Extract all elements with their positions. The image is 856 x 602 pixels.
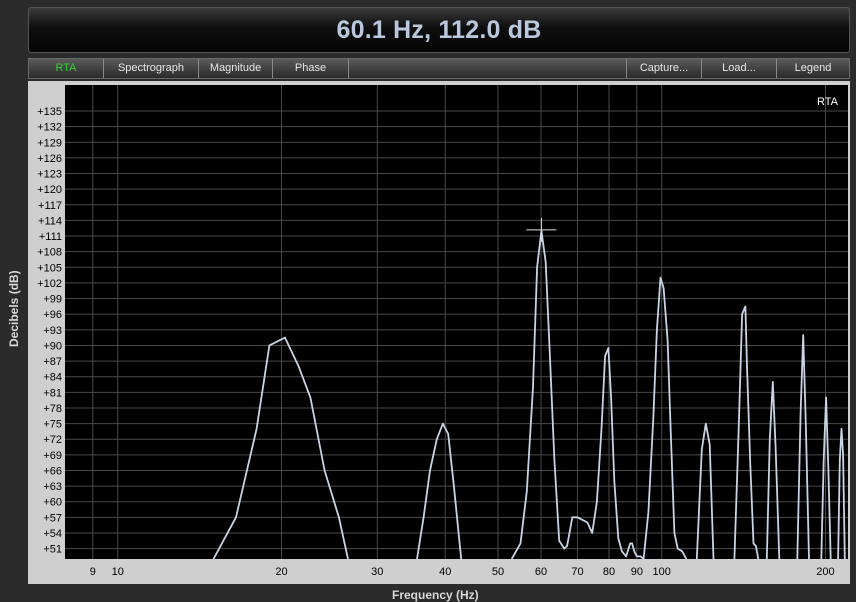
x-tick-label: 50 [492,566,504,578]
rta-chart[interactable]: +51 +54 +57 +60 +63 +66 +69 +72 +75 +78 +81 +84 +87 +… [28,81,850,584]
tab-magnitude[interactable]: Magnitude [199,59,273,78]
tab-rta[interactable]: RTA [29,59,104,78]
y-tick-label: +54 [43,528,62,540]
y-tick-label: +60 [43,497,62,509]
y-tick-label: +66 [43,465,62,477]
y-tick-label: +117 [38,200,62,212]
y-tick-label: +105 [37,262,62,274]
y-tick-label: +96 [43,309,62,321]
frequency-readout: 60.1 Hz, 112.0 dB [28,7,850,53]
tab-spectrograph[interactable]: Spectrograph [104,59,199,78]
view-toolbar: RTA Spectrograph Magnitude Phase Capture… [28,58,850,79]
y-tick-label: +90 [43,340,62,352]
x-tick-label: 60 [535,566,547,578]
x-tick-label: 10 [112,566,124,578]
tab-phase[interactable]: Phase [273,59,349,78]
y-tick-label: +102 [37,278,62,290]
plot-mode-label: RTA [817,96,839,108]
legend-button[interactable]: Legend [776,59,849,78]
y-tick-label: +99 [43,294,62,306]
x-axis-label: Frequency (Hz) [392,588,479,602]
y-tick-label: +84 [43,372,62,384]
y-tick-label: +75 [43,419,62,431]
x-tick-label: 30 [371,566,383,578]
y-tick-label: +51 [43,544,62,556]
x-tick-label: 80 [603,566,615,578]
plot-area: +51 +54 +57 +60 +63 +66 +69 +72 +75 +78 +81 +84 +87 +… [28,81,850,584]
y-tick-label: +114 [38,215,62,227]
y-tick-label: +135 [37,106,62,118]
y-tick-label: +129 [37,137,62,149]
y-tick-label: +69 [43,450,62,462]
y-tick-label: +123 [37,169,62,181]
y-tick-label: +93 [43,325,62,337]
load-button[interactable]: Load... [701,59,776,78]
y-tick-label: +108 [37,247,62,259]
x-tick-label: 70 [571,566,583,578]
y-tick-label: +57 [43,512,62,524]
y-tick-label: +78 [43,403,62,415]
y-axis-label: Decibels (dB) [7,270,21,347]
x-tick-label: 100 [653,566,671,578]
y-tick-label: +81 [43,387,62,399]
y-tick-label: +120 [37,184,62,196]
y-tick-label: +111 [39,231,62,243]
y-tick-label: +126 [37,153,62,165]
readout-text: 60.1 Hz, 112.0 dB [336,15,542,44]
y-tick-label: +72 [43,434,62,446]
plot-background [65,85,848,559]
y-tick-label: +87 [43,356,62,368]
x-tick-label: 40 [439,566,451,578]
x-tick-label: 9 [90,566,96,578]
x-tick-label: 20 [275,566,287,578]
x-tick-label: 200 [816,566,834,578]
y-tick-label: +132 [37,122,62,134]
x-tick-label: 90 [631,566,643,578]
y-tick-label: +63 [43,481,62,493]
capture-button[interactable]: Capture... [626,59,701,78]
